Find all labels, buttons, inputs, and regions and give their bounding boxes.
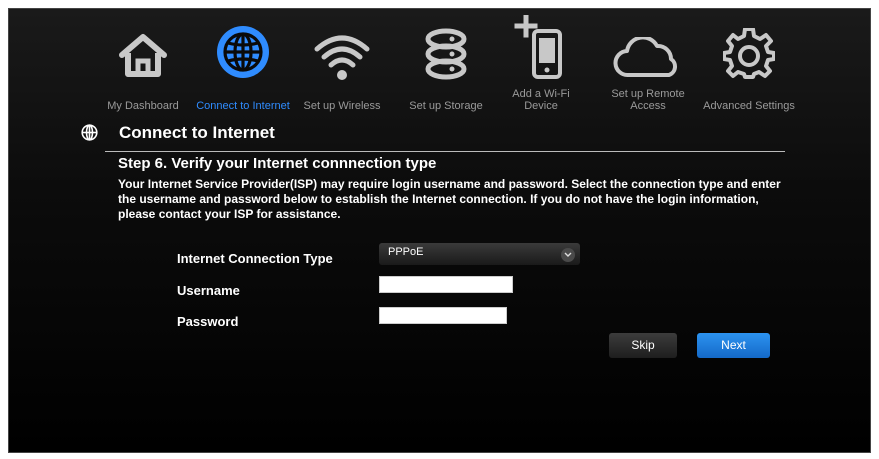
nav-item-connect-to-internet[interactable]: Connect to Internet [193, 9, 293, 114]
nav-label: Add a Wi-Fi Device [512, 88, 570, 112]
globe-icon [81, 124, 98, 146]
nav-label: Set up Storage [409, 100, 483, 112]
nav-label: Set up Remote Access [611, 88, 685, 112]
connection-type-value: PPPoE [388, 246, 424, 258]
nav-item-my-dashboard[interactable]: My Dashboard [97, 9, 189, 114]
section-divider [105, 151, 785, 152]
nav-item-set-up-remote-access[interactable]: Set up Remote Access [605, 9, 691, 114]
nav-item-set-up-storage[interactable]: Set up Storage [402, 9, 490, 114]
nav-label: Advanced Settings [703, 100, 795, 112]
wifi-icon [313, 31, 371, 84]
page-title: Connect to Internet [119, 123, 275, 142]
nav-item-add-wifi-device[interactable]: Add a Wi-Fi Device [509, 9, 573, 114]
nav-label: Connect to Internet [196, 100, 290, 112]
add-device-icon [514, 14, 568, 86]
step-title: Step 6. Verify your Internet connnection… [118, 155, 437, 172]
chevron-down-icon [561, 248, 575, 262]
gear-icon [722, 27, 776, 83]
password-label: Password [177, 314, 239, 329]
skip-button[interactable]: Skip [609, 333, 677, 358]
next-button[interactable]: Next [697, 333, 770, 358]
nav-item-advanced-settings[interactable]: Advanced Settings [699, 9, 799, 114]
nav-item-set-up-wireless[interactable]: Set up Wireless [299, 9, 385, 114]
username-label: Username [177, 283, 240, 298]
connection-type-select[interactable]: PPPoE [379, 243, 580, 265]
connection-type-label: Internet Connection Type [177, 251, 333, 266]
step-description: Your Internet Service Provider(ISP) may … [118, 177, 781, 221]
globe-icon [215, 24, 271, 83]
top-nav: My Dashboard Connect to Internet Set up … [9, 9, 870, 114]
home-icon [118, 33, 168, 80]
username-input[interactable] [379, 276, 513, 293]
nav-label: Set up Wireless [303, 100, 381, 112]
password-input[interactable] [379, 307, 507, 324]
cloud-icon [613, 35, 683, 82]
storage-icon [423, 27, 469, 84]
router-setup-window: My Dashboard Connect to Internet Set up … [8, 8, 871, 453]
nav-label: My Dashboard [107, 100, 179, 112]
